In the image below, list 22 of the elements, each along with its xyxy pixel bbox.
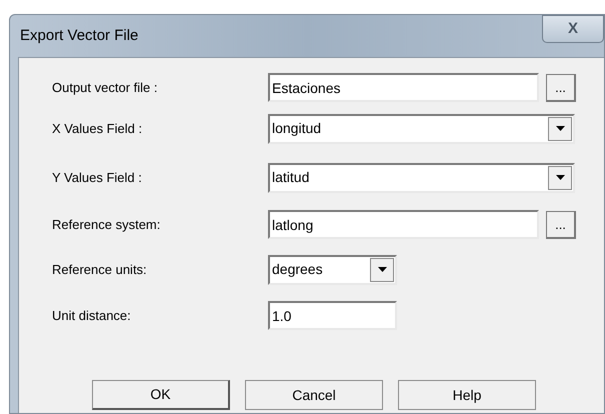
browse-button[interactable]: ...: [546, 74, 576, 102]
dialog-button[interactable]: OK: [92, 380, 230, 410]
text-field[interactable]: 1.0: [268, 301, 397, 330]
field-label: Reference system:: [52, 216, 162, 234]
dropdown[interactable]: longitud: [268, 114, 575, 144]
field-label: Reference units:: [52, 260, 148, 279]
dialog-button[interactable]: Cancel: [245, 380, 383, 410]
caret-icon: [378, 267, 386, 272]
caret-icon: [556, 126, 564, 131]
close-button[interactable]: X: [542, 15, 604, 43]
browse-button[interactable]: ...: [546, 210, 576, 238]
window-title: Export Vector File: [19, 26, 138, 46]
text-field[interactable]: Estaciones: [268, 73, 539, 102]
dropdown[interactable]: degrees: [268, 254, 397, 284]
dropdown[interactable]: latitud: [268, 162, 575, 192]
field-label: X Values Field :: [52, 120, 144, 138]
dialog-button[interactable]: Help: [398, 380, 536, 410]
field-label: Unit distance:: [52, 306, 132, 325]
caret-icon: [556, 175, 564, 180]
text-field[interactable]: latlong: [268, 210, 539, 239]
field-label: Y Values Field :: [52, 168, 143, 187]
field-label: Output vector file :: [52, 78, 158, 97]
